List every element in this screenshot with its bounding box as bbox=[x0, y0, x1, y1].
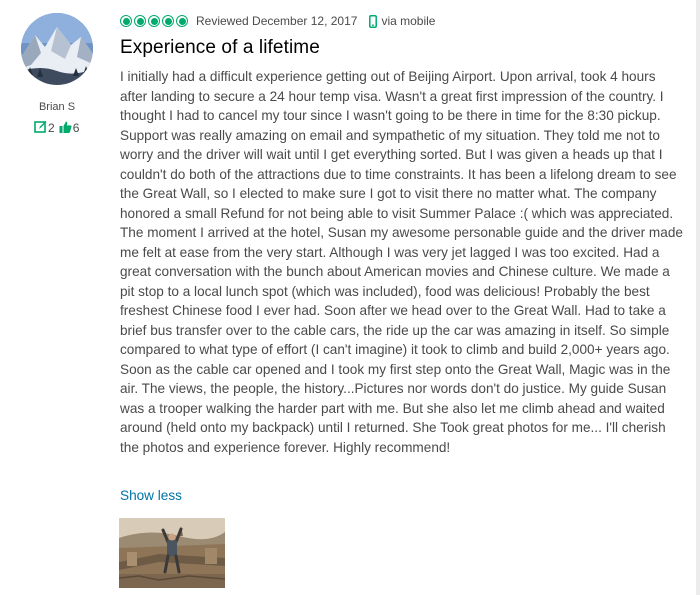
reviewer-name[interactable]: Brian S bbox=[20, 101, 94, 113]
review-body: I initially had a difficult experience g… bbox=[120, 69, 683, 455]
bubble-rating-icon bbox=[120, 15, 190, 27]
review-title[interactable]: Experience of a lifetime bbox=[120, 37, 320, 59]
avatar[interactable] bbox=[21, 13, 93, 85]
review-date: Reviewed December 12, 2017 bbox=[196, 14, 358, 28]
rating-bubble bbox=[134, 15, 146, 27]
thumbs-up-icon bbox=[59, 121, 72, 136]
review-count[interactable]: 2 bbox=[34, 120, 55, 136]
review-source: via mobile bbox=[381, 14, 436, 28]
review-photo[interactable] bbox=[119, 518, 225, 588]
review-count-icon bbox=[34, 120, 47, 136]
rating-bubble bbox=[148, 15, 160, 27]
show-less-link[interactable]: Show less bbox=[120, 488, 182, 503]
contribution-stats: 2 6 bbox=[34, 120, 79, 136]
rating-bubble bbox=[120, 15, 132, 27]
helpful-votes-value: 6 bbox=[72, 121, 80, 135]
rating-bubble bbox=[162, 15, 174, 27]
scrollbar-edge bbox=[696, 0, 700, 595]
mobile-phone-icon bbox=[369, 14, 378, 28]
rating-bubble bbox=[176, 15, 188, 27]
review-meta: Reviewed December 12, 2017 via mobile bbox=[120, 12, 435, 30]
review-count-value: 2 bbox=[48, 121, 55, 135]
helpful-votes[interactable]: 6 bbox=[59, 121, 80, 136]
